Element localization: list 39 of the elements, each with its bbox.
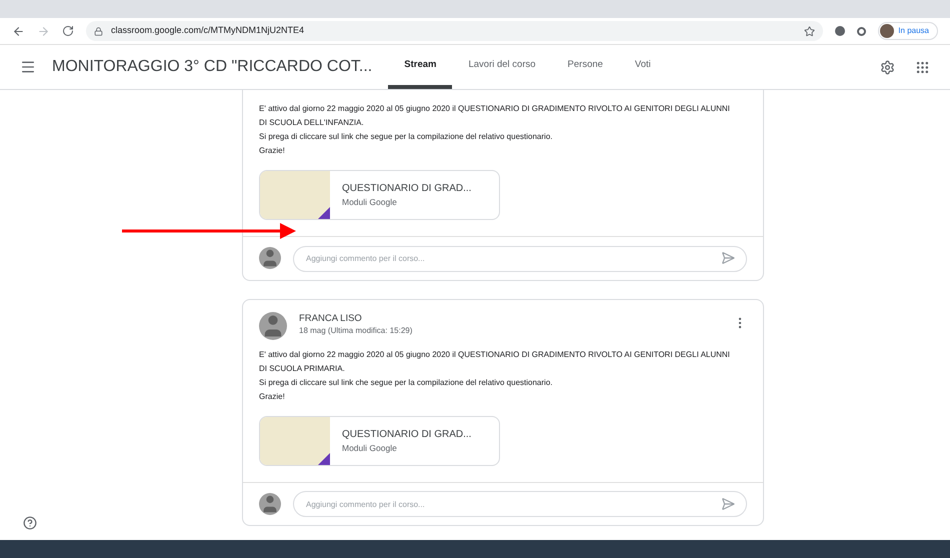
avatar-icon <box>259 312 287 340</box>
avatar-icon <box>259 492 281 515</box>
post-text: Grazie! <box>259 390 286 402</box>
back-icon[interactable] <box>12 24 25 38</box>
avatar-icon <box>880 24 894 38</box>
author-name: FRANCA LISO <box>299 312 363 324</box>
post-text: E' attivo dal giorno 22 maggio 2020 al 05 giugno 2020 il QUESTIONARIO DI GRADIMENTO RIVOLTO AI GENITORI DEGLI ALUNNI DI SCUOLA PRIMARIA. <box>259 348 731 374</box>
reload-icon[interactable] <box>62 25 74 37</box>
thumbnail-placeholder <box>260 171 330 219</box>
avatar-icon <box>259 247 281 270</box>
help-icon[interactable] <box>23 516 37 530</box>
nav-tab[interactable]: Voti <box>618 45 667 89</box>
thumbnail-placeholder <box>260 416 330 464</box>
post-date: 18 mag (Ultima modifica: 15:29) <box>299 324 414 336</box>
menu-icon[interactable] <box>20 59 36 75</box>
bookmark-star-icon[interactable] <box>804 26 816 36</box>
post-text: Si prega di cliccare sul link che segue per la compilazione del relativo questionario. <box>259 376 554 389</box>
lock-icon <box>94 26 103 36</box>
class-title: MONITORAGGIO 3° CD "RICCARDO COT... <box>52 57 372 77</box>
nav-tab[interactable]: Lavori del corso <box>452 45 552 89</box>
attachment-type: Moduli Google <box>342 442 398 454</box>
post-text: Grazie! <box>259 145 286 157</box>
comment-field[interactable]: Aggiungi commento per il corso... <box>293 491 747 517</box>
url-text: classroom.google.com/c/MTMyNDM1NjU2NTE4 <box>111 24 304 38</box>
comment-field[interactable]: Aggiungi commento per il corso... <box>293 246 747 272</box>
profile-button[interactable]: In pausa <box>878 22 938 40</box>
settings-icon[interactable] <box>880 60 895 74</box>
send-icon[interactable] <box>721 496 735 510</box>
attachment-card[interactable]: QUESTIONARIO DI GRAD... Moduli Google <box>259 170 500 220</box>
attachment-title: QUESTIONARIO DI GRAD... <box>342 428 472 442</box>
address-bar[interactable]: classroom.google.com/c/MTMyNDM1NjU2NTE4 <box>86 21 824 41</box>
send-icon[interactable] <box>721 251 735 265</box>
attachment-type: Moduli Google <box>342 196 398 209</box>
apps-grid-icon[interactable] <box>915 60 930 74</box>
post-text: Si prega di cliccare sul link che segue per la compilazione del relativo questionario. <box>259 131 554 143</box>
post-text: E' attivo dal giorno 22 maggio 2020 al 05 giugno 2020 il QUESTIONARIO DI GRADIMENTO RIVOLTO AI GENITORI DEGLI ALUNNI DI SCUOLA DELL'INFANZIA. <box>259 103 731 129</box>
nav-tab[interactable]: Persone <box>552 45 619 89</box>
attachment-card[interactable]: QUESTIONARIO DI GRAD... Moduli Google <box>259 416 500 466</box>
attachment-title: QUESTIONARIO DI GRAD... <box>342 182 472 196</box>
